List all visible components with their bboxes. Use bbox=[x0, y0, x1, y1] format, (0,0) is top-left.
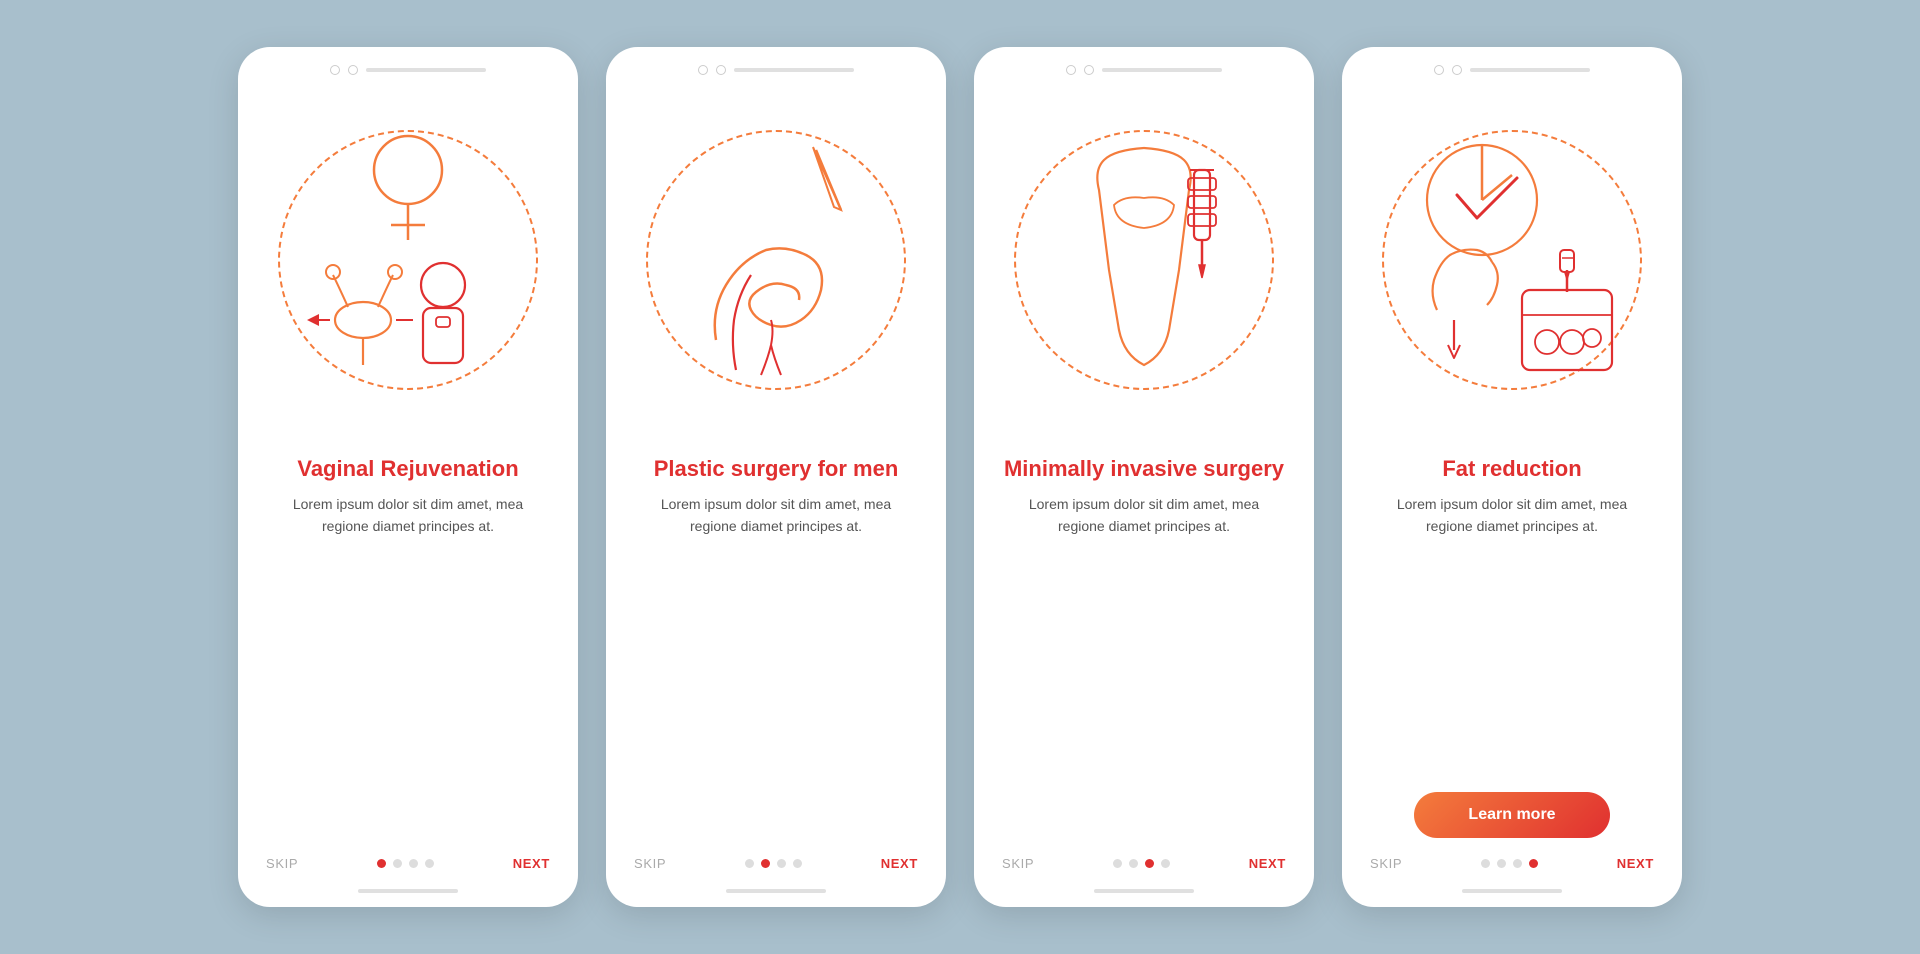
icon-vaginal-rejuvenation bbox=[288, 110, 528, 410]
illustration-vaginal bbox=[238, 75, 578, 445]
dot-2-2 bbox=[761, 859, 770, 868]
icon-minimally-invasive bbox=[1024, 110, 1264, 410]
dot-3-4 bbox=[1161, 859, 1170, 868]
top-circle-8 bbox=[1452, 65, 1462, 75]
dot-1-1 bbox=[377, 859, 386, 868]
dot-3-2 bbox=[1129, 859, 1138, 868]
card-2-bottom-bar bbox=[726, 889, 826, 893]
icon-fat-reduction bbox=[1382, 110, 1642, 410]
card-4-bottom-bar bbox=[1462, 889, 1562, 893]
icon-plastic-surgery bbox=[656, 110, 896, 410]
card-1-bottom-bar bbox=[358, 889, 458, 893]
dot-1-2 bbox=[393, 859, 402, 868]
top-line-4 bbox=[1470, 68, 1590, 72]
dot-4-2 bbox=[1497, 859, 1506, 868]
top-bar-4 bbox=[1342, 65, 1682, 75]
cards-container: Vaginal Rejuvenation Lorem ipsum dolor s… bbox=[238, 47, 1682, 907]
top-circle-5 bbox=[1066, 65, 1076, 75]
card-plastic-surgery-men: Plastic surgery for men Lorem ipsum dolo… bbox=[606, 47, 946, 907]
top-bar-3 bbox=[974, 65, 1314, 75]
top-bar-1 bbox=[238, 65, 578, 75]
card-3-skip[interactable]: SKIP bbox=[1002, 856, 1034, 871]
top-circle-2 bbox=[348, 65, 358, 75]
dot-2-1 bbox=[745, 859, 754, 868]
dot-4-3 bbox=[1513, 859, 1522, 868]
card-1-body: Lorem ipsum dolor sit dim amet, mea regi… bbox=[238, 493, 578, 666]
card-3-dots bbox=[1113, 859, 1170, 868]
top-circle-6 bbox=[1084, 65, 1094, 75]
top-circle-3 bbox=[698, 65, 708, 75]
top-line-3 bbox=[1102, 68, 1222, 72]
card-4-skip[interactable]: SKIP bbox=[1370, 856, 1402, 871]
card-4-next[interactable]: NEXT bbox=[1617, 856, 1654, 871]
card-2-title: Plastic surgery for men bbox=[634, 455, 919, 483]
top-circle-7 bbox=[1434, 65, 1444, 75]
card-4-dots bbox=[1481, 859, 1538, 868]
card-3-next[interactable]: NEXT bbox=[1249, 856, 1286, 871]
card-2-skip[interactable]: SKIP bbox=[634, 856, 666, 871]
card-1-next[interactable]: NEXT bbox=[513, 856, 550, 871]
dot-3-1 bbox=[1113, 859, 1122, 868]
card-4-title: Fat reduction bbox=[1422, 455, 1601, 483]
card-1-skip[interactable]: SKIP bbox=[266, 856, 298, 871]
card-2-body: Lorem ipsum dolor sit dim amet, mea regi… bbox=[606, 493, 946, 666]
card-1-title: Vaginal Rejuvenation bbox=[277, 455, 538, 483]
card-3-bottom-bar bbox=[1094, 889, 1194, 893]
learn-more-button[interactable]: Learn more bbox=[1414, 792, 1609, 838]
card-2-footer: SKIP NEXT bbox=[606, 838, 946, 881]
dot-4-4 bbox=[1529, 859, 1538, 868]
top-bar-2 bbox=[606, 65, 946, 75]
top-circle-1 bbox=[330, 65, 340, 75]
card-1-footer: SKIP NEXT bbox=[238, 838, 578, 881]
card-vaginal-rejuvenation: Vaginal Rejuvenation Lorem ipsum dolor s… bbox=[238, 47, 578, 907]
card-3-footer: SKIP NEXT bbox=[974, 838, 1314, 881]
dot-2-3 bbox=[777, 859, 786, 868]
card-4-footer: SKIP NEXT bbox=[1342, 838, 1682, 881]
top-line-2 bbox=[734, 68, 854, 72]
dot-3-3 bbox=[1145, 859, 1154, 868]
top-line-1 bbox=[366, 68, 486, 72]
card-fat-reduction: Fat reduction Lorem ipsum dolor sit dim … bbox=[1342, 47, 1682, 907]
dot-4-1 bbox=[1481, 859, 1490, 868]
top-circle-4 bbox=[716, 65, 726, 75]
card-2-dots bbox=[745, 859, 802, 868]
card-4-body: Lorem ipsum dolor sit dim amet, mea regi… bbox=[1342, 493, 1682, 775]
illustration-minimally bbox=[974, 75, 1314, 445]
dot-1-3 bbox=[409, 859, 418, 868]
card-3-body: Lorem ipsum dolor sit dim amet, mea regi… bbox=[974, 493, 1314, 666]
illustration-fat bbox=[1342, 75, 1682, 445]
card-2-next[interactable]: NEXT bbox=[881, 856, 918, 871]
card-1-dots bbox=[377, 859, 434, 868]
dot-2-4 bbox=[793, 859, 802, 868]
card-3-title: Minimally invasive surgery bbox=[984, 455, 1304, 483]
card-minimally-invasive: Minimally invasive surgery Lorem ipsum d… bbox=[974, 47, 1314, 907]
illustration-plastic bbox=[606, 75, 946, 445]
dot-1-4 bbox=[425, 859, 434, 868]
